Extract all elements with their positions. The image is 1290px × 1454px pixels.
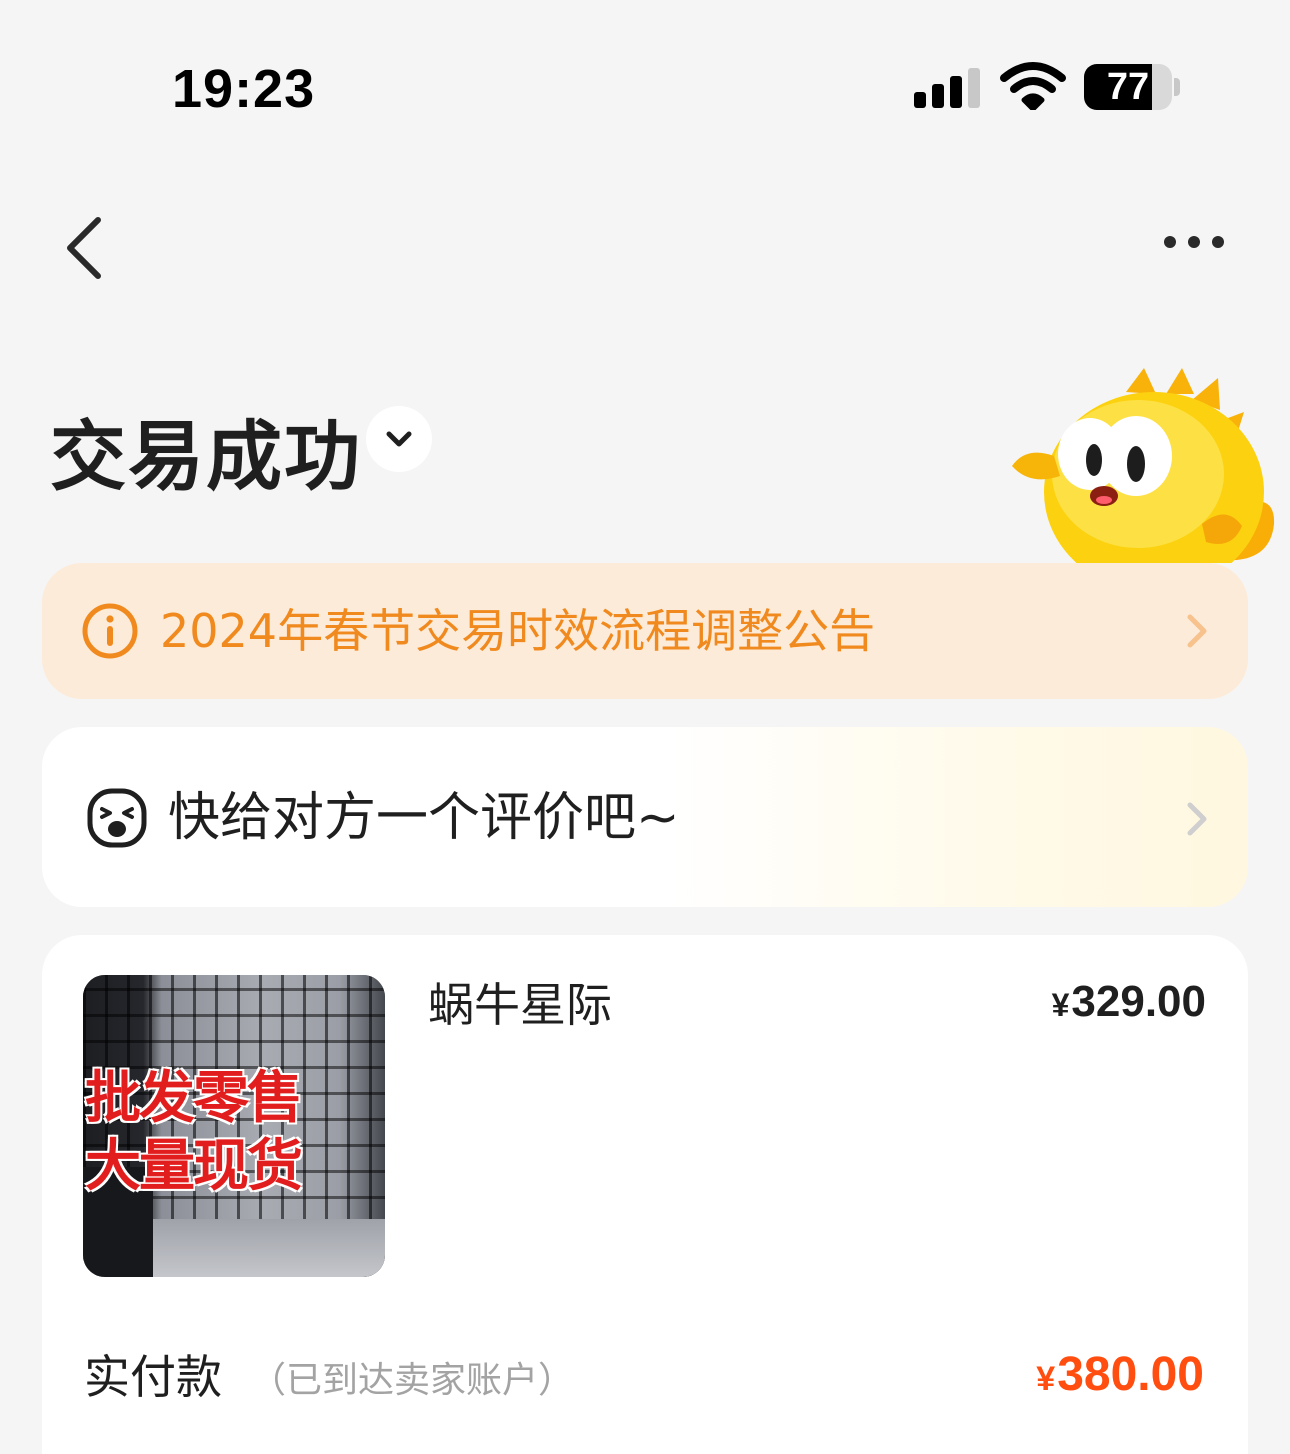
chevron-right-icon (1187, 614, 1207, 648)
wifi-icon (1000, 62, 1066, 110)
product-name[interactable]: 蜗牛星际 (428, 975, 612, 1035)
more-button[interactable] (1156, 222, 1236, 262)
currency-symbol: ¥ (1051, 987, 1070, 1023)
page-title: 交易成功 (50, 412, 362, 501)
paid-amount: ¥380.00 (1036, 1347, 1204, 1402)
paid-amount-value: 380.00 (1057, 1348, 1204, 1401)
review-prompt-text: 快给对方一个评价吧~ (168, 788, 680, 848)
product-price-value: 329.00 (1071, 977, 1206, 1026)
order-detail-screen: 19:23 77 交易成功 2024年春节交易时效流程调整公告 快给对方一个评价… (0, 0, 1290, 1454)
battery-level: 77 (1106, 65, 1150, 108)
battery-icon: 77 (1084, 64, 1172, 110)
paid-status-note: （已到达卖家账户） (250, 1360, 575, 1401)
product-thumbnail[interactable]: 批发零售 大量现货 (83, 975, 385, 1277)
status-expand-button[interactable] (366, 406, 432, 472)
status-time: 19:23 (172, 59, 316, 119)
product-price: ¥329.00 (1052, 977, 1206, 1027)
info-icon (82, 603, 138, 659)
back-button[interactable] (56, 206, 116, 286)
chevron-right-icon (1187, 802, 1207, 836)
thumbnail-caption-line2: 大量现货 (85, 1134, 303, 1199)
paid-label: 实付款 (84, 1350, 222, 1404)
battery-cap (1174, 78, 1180, 96)
fish-mascot-icon (1006, 368, 1290, 569)
announcement-banner[interactable]: 2024年春节交易时效流程调整公告 (42, 563, 1248, 699)
announcement-text: 2024年春节交易时效流程调整公告 (160, 604, 876, 658)
smiley-face-icon (87, 788, 147, 848)
order-card: 批发零售 大量现货 蜗牛星际 ¥329.00 实付款 （已到达卖家账户） ¥38… (42, 935, 1248, 1454)
currency-symbol: ¥ (1036, 1360, 1056, 1398)
review-prompt-card[interactable]: 快给对方一个评价吧~ (42, 727, 1248, 907)
chevron-down-icon (386, 431, 412, 447)
signal-icon (914, 66, 984, 108)
